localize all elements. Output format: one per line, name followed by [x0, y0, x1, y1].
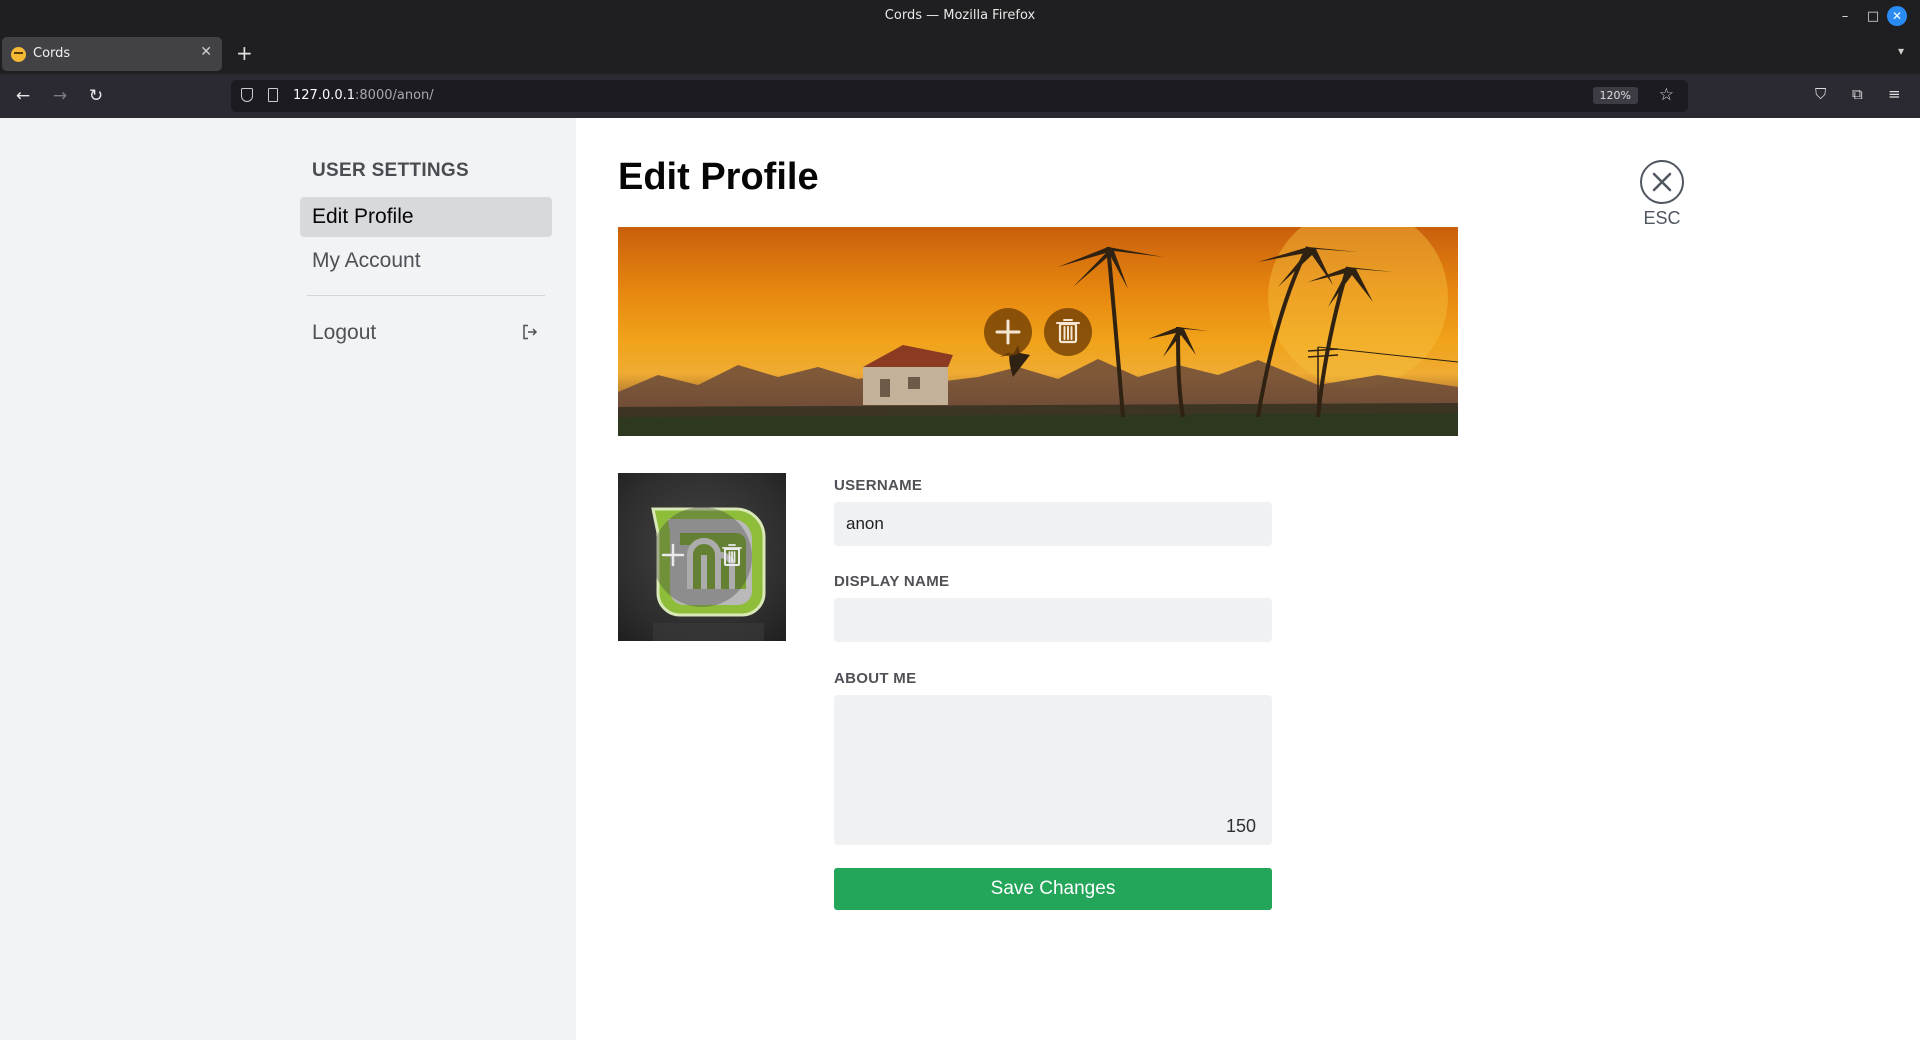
window-title: Cords — Mozilla Firefox	[884, 8, 1036, 23]
browser-tab-cords[interactable]: Cords ✕	[2, 37, 222, 71]
about-me-textarea[interactable]	[834, 695, 1272, 845]
about-me-label: ABOUT ME	[834, 670, 917, 687]
reload-icon[interactable]: ↻	[84, 84, 108, 108]
char-count-remaining: 150	[1226, 816, 1257, 836]
zoom-level-badge[interactable]: 120%	[1592, 87, 1638, 104]
tab-list-chevron-icon[interactable]: ▾	[1898, 44, 1904, 58]
navigation-toolbar: ← → ↻ 127.0.0.1:8000/anon/ 120% ☆ ⛉ ⧉ ≡	[0, 74, 1920, 119]
extensions-icon[interactable]: ⧉	[1852, 85, 1863, 103]
tab-bar: Cords ✕	[0, 32, 1920, 74]
plus-icon	[995, 319, 1021, 345]
tab-close-icon[interactable]: ✕	[200, 44, 212, 60]
close-settings-control: ESC	[1632, 160, 1692, 229]
username-label: USERNAME	[834, 477, 923, 494]
close-settings-button[interactable]	[1640, 160, 1684, 204]
tracking-shield-icon[interactable]	[241, 88, 253, 102]
sidebar-divider	[307, 295, 545, 296]
trash-icon	[1056, 319, 1080, 344]
trash-icon[interactable]	[720, 543, 744, 567]
plus-icon[interactable]	[661, 543, 685, 567]
banner-landscape-image	[618, 227, 1458, 436]
sidebar-item-label: My Account	[312, 249, 421, 272]
window-titlebar: Cords — Mozilla Firefox – □ ✕	[0, 0, 1920, 32]
window-close-icon[interactable]: ✕	[1887, 6, 1907, 26]
sidebar-heading: USER SETTINGS	[312, 160, 469, 181]
profile-banner	[618, 227, 1458, 436]
banner-delete-button[interactable]	[1044, 308, 1092, 356]
pocket-icon[interactable]: ⛉	[1815, 85, 1826, 103]
username-input[interactable]	[834, 502, 1272, 546]
page-title: Edit Profile	[618, 156, 819, 198]
favicon-icon	[11, 47, 26, 62]
sidebar-item-label: Edit Profile	[312, 205, 414, 228]
minimize-icon[interactable]: –	[1835, 6, 1855, 26]
address-bar[interactable]: 127.0.0.1:8000/anon/ 120% ☆	[231, 80, 1688, 112]
banner-upload-button[interactable]	[984, 308, 1032, 356]
bookmark-star-icon[interactable]: ☆	[1659, 85, 1674, 105]
menu-hamburger-icon[interactable]: ≡	[1888, 85, 1901, 103]
sidebar-item-edit-profile[interactable]: Edit Profile	[300, 197, 552, 237]
save-changes-button[interactable]: Save Changes	[834, 868, 1272, 910]
maximize-icon[interactable]: □	[1863, 6, 1883, 26]
edit-profile-panel: Edit Profile ESC USERNAME anon DISPLAY N…	[576, 118, 1920, 1040]
esc-label: ESC	[1643, 208, 1681, 228]
url-text[interactable]: 127.0.0.1:8000/anon/	[293, 88, 434, 103]
forward-arrow-icon[interactable]: →	[48, 84, 72, 108]
logout-icon	[523, 324, 538, 340]
new-tab-button[interactable]: +	[236, 41, 253, 65]
avatar-logo-image	[651, 507, 766, 641]
page-content: USER SETTINGS Edit Profile My Account Lo…	[0, 118, 1920, 1040]
sidebar-item-logout[interactable]: Logout	[300, 313, 552, 353]
close-icon	[1652, 172, 1672, 192]
back-arrow-icon[interactable]: ←	[11, 84, 35, 108]
display-name-label: DISPLAY NAME	[834, 573, 950, 590]
tab-title: Cords	[33, 46, 71, 61]
display-name-input[interactable]	[834, 598, 1272, 642]
settings-sidebar: USER SETTINGS Edit Profile My Account Lo…	[0, 118, 576, 1040]
page-info-icon[interactable]	[268, 88, 278, 102]
sidebar-item-label: Logout	[312, 321, 377, 344]
profile-avatar[interactable]	[618, 473, 786, 641]
sidebar-item-my-account[interactable]: My Account	[300, 241, 552, 281]
